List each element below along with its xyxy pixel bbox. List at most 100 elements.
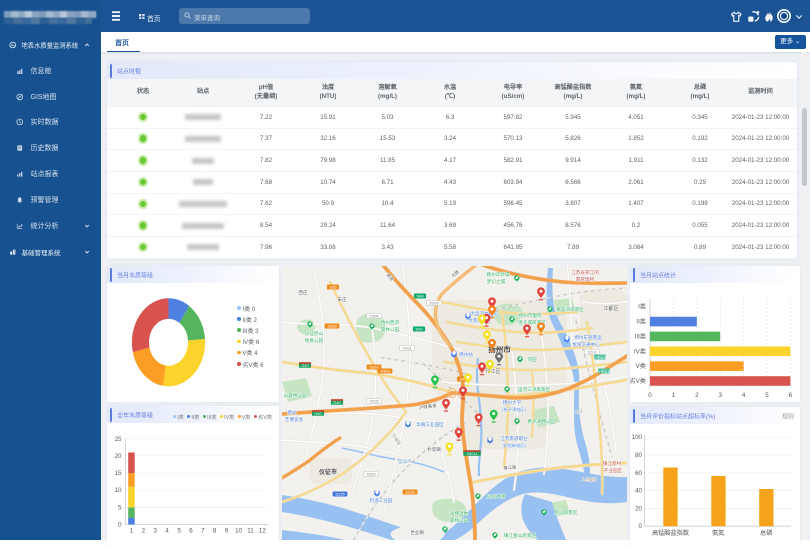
svg-text:S353: S353 xyxy=(369,365,379,370)
svg-text:利浦工业园: 利浦工业园 xyxy=(370,497,393,504)
svg-text:劣V类: 劣V类 xyxy=(630,377,646,385)
svg-text:X302: X302 xyxy=(366,472,376,477)
svg-text:8: 8 xyxy=(213,528,217,535)
svg-text:0: 0 xyxy=(639,523,643,530)
svg-text:40: 40 xyxy=(635,488,642,495)
svg-text:扬子津野公园: 扬子津野公园 xyxy=(527,418,555,425)
svg-text:地质公园: 地质公园 xyxy=(305,337,324,344)
svg-text:焦山风景区: 焦山风景区 xyxy=(555,509,578,516)
svg-text:5: 5 xyxy=(177,528,181,535)
svg-text:0: 0 xyxy=(648,392,652,399)
svg-text:仪禄高速: 仪禄高速 xyxy=(597,368,611,373)
svg-text:X202: X202 xyxy=(587,350,597,355)
svg-text:5: 5 xyxy=(765,392,769,399)
svg-text:S125: S125 xyxy=(335,492,345,497)
svg-text:世业镇: 世业镇 xyxy=(410,529,424,536)
svg-text:10: 10 xyxy=(115,487,122,494)
svg-text:瓜州古渡: 瓜州古渡 xyxy=(487,493,506,500)
svg-text:X306: X306 xyxy=(369,314,379,319)
svg-text:艺博览会: 艺博览会 xyxy=(285,416,304,423)
svg-text:G40: G40 xyxy=(314,412,321,416)
svg-text:(扬子津校区): (扬子津校区) xyxy=(502,406,526,413)
svg-text:氨氮: 氨氮 xyxy=(712,529,724,537)
svg-text:山森林公园: 山森林公园 xyxy=(284,392,307,399)
svg-text:S49: S49 xyxy=(415,327,423,332)
svg-text:朴席镇: 朴席镇 xyxy=(427,446,441,453)
svg-text:总磷: 总磷 xyxy=(760,529,772,537)
svg-text:梦幻之城: 梦幻之城 xyxy=(487,278,506,285)
svg-text:9: 9 xyxy=(225,528,229,535)
svg-text:扬州西郊: 扬州西郊 xyxy=(381,319,400,326)
svg-text:3: 3 xyxy=(154,528,158,535)
svg-text:S336: S336 xyxy=(405,490,415,495)
svg-text:S353: S353 xyxy=(327,324,337,329)
svg-text:G40: G40 xyxy=(333,401,340,405)
svg-text:扬州华侨城: 扬州华侨城 xyxy=(487,271,510,278)
svg-text:何园: 何园 xyxy=(527,356,537,363)
svg-text:IV类: IV类 xyxy=(634,347,646,355)
svg-text:朱庄: 朱庄 xyxy=(337,296,347,303)
svg-text:扬州东部客运: 扬州东部客运 xyxy=(574,334,602,341)
svg-text:高锰酸盐指数: 高锰酸盐指数 xyxy=(652,529,690,537)
svg-text:运河三湾风景区: 运河三湾风景区 xyxy=(518,386,551,393)
svg-text:1: 1 xyxy=(672,392,676,399)
svg-text:60: 60 xyxy=(635,470,642,477)
svg-text:江都区: 江都区 xyxy=(603,305,619,312)
svg-text:西庄: 西庄 xyxy=(298,289,308,296)
svg-text:G40: G40 xyxy=(301,364,308,368)
svg-text:枢纽交通中心: 枢纽交通中心 xyxy=(572,341,600,348)
svg-text:置管理所: 置管理所 xyxy=(576,276,595,283)
svg-text:4: 4 xyxy=(742,392,746,399)
svg-text:80: 80 xyxy=(635,452,642,459)
svg-text:G4011: G4011 xyxy=(466,452,477,456)
svg-text:X201: X201 xyxy=(402,346,412,351)
svg-text:森林公园: 森林公园 xyxy=(450,517,469,524)
svg-text:扬州站: 扬州站 xyxy=(459,351,473,358)
svg-text:华摘工业园区: 华摘工业园区 xyxy=(416,421,444,428)
svg-text:6: 6 xyxy=(189,528,193,535)
svg-text:2: 2 xyxy=(142,528,146,535)
svg-text:6: 6 xyxy=(789,392,793,399)
svg-text:10: 10 xyxy=(235,528,242,535)
svg-text:扬州: 扬州 xyxy=(287,409,297,416)
svg-text:江苏省邗江闲: 江苏省邗江闲 xyxy=(571,269,599,276)
svg-text:仪征市: 仪征市 xyxy=(318,468,337,476)
svg-text:1: 1 xyxy=(130,528,134,535)
svg-text:V类: V类 xyxy=(636,362,646,370)
svg-text:0: 0 xyxy=(118,522,122,529)
svg-text:润扬湿地: 润扬湿地 xyxy=(450,510,469,517)
svg-text:产业园区: 产业园区 xyxy=(604,467,623,474)
svg-text:III类: III类 xyxy=(635,332,646,340)
svg-text:20: 20 xyxy=(635,505,642,512)
svg-text:S35: S35 xyxy=(329,285,337,290)
svg-text:镇江金山风景区: 镇江金山风景区 xyxy=(504,532,537,539)
svg-text:7: 7 xyxy=(201,528,205,535)
svg-text:11: 11 xyxy=(247,528,254,535)
svg-text:茱萸湾风景区: 茱萸湾风景区 xyxy=(556,306,584,313)
svg-text:仪禄高速: 仪禄高速 xyxy=(593,354,607,359)
svg-text:江苏旅游职业: 江苏旅游职业 xyxy=(500,435,528,442)
svg-text:100: 100 xyxy=(632,434,643,441)
svg-text:5: 5 xyxy=(118,504,122,511)
svg-text:S49: S49 xyxy=(416,294,424,299)
svg-text:学院(新校区): 学院(新校区) xyxy=(502,442,526,449)
svg-text:15: 15 xyxy=(115,470,122,477)
svg-text:X306: X306 xyxy=(429,301,439,306)
svg-text:12: 12 xyxy=(259,528,266,535)
svg-text:镇江新村: 镇江新村 xyxy=(603,460,622,467)
svg-text:I类: I类 xyxy=(638,303,646,311)
svg-text:扬州市蜀冈: 扬州市蜀冈 xyxy=(519,312,542,319)
svg-text:S333: S333 xyxy=(380,369,390,374)
svg-text:3: 3 xyxy=(718,392,722,399)
svg-text:人民圆线: 人民圆线 xyxy=(581,477,596,482)
svg-text:仪征捺山: 仪征捺山 xyxy=(305,330,324,337)
svg-text:太汗: 太汗 xyxy=(575,408,583,414)
svg-text:25: 25 xyxy=(115,436,122,443)
svg-text:扬州大学: 扬州大学 xyxy=(503,399,522,406)
svg-text:II类: II类 xyxy=(636,318,646,326)
svg-text:4: 4 xyxy=(165,528,169,535)
svg-text:森林公园: 森林公园 xyxy=(381,326,400,333)
svg-text:2: 2 xyxy=(695,392,699,399)
svg-text:20: 20 xyxy=(115,453,122,460)
svg-text:邗江区: 邗江区 xyxy=(485,367,501,375)
